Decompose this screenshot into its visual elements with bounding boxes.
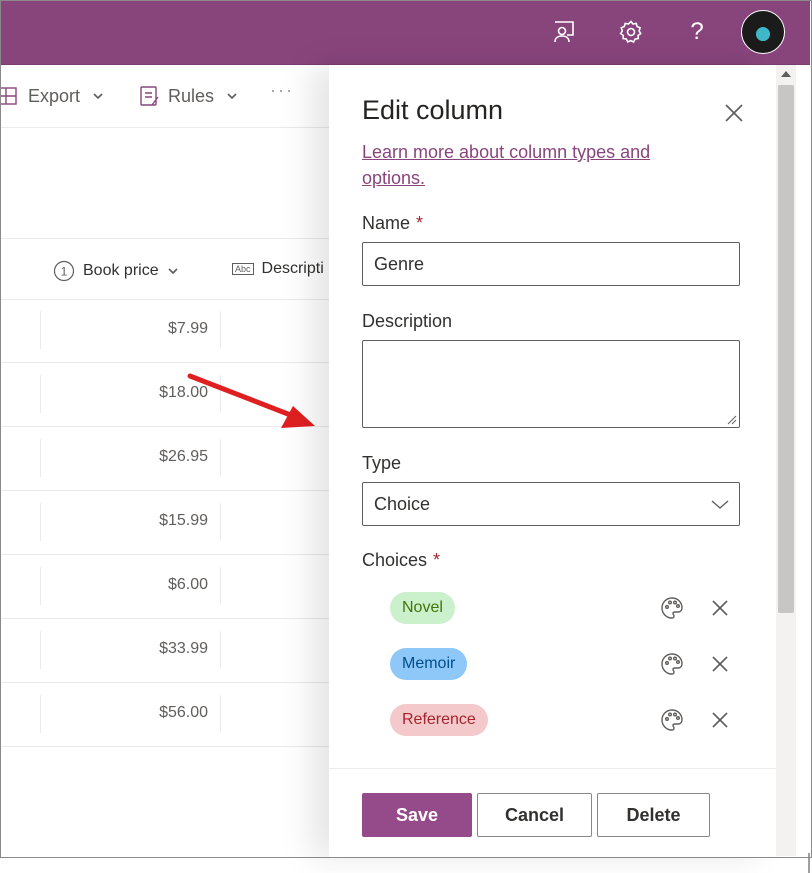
remove-choice-icon[interactable]	[708, 708, 732, 732]
help-glyph: ?	[690, 18, 704, 45]
price-cell: $7.99	[167, 320, 208, 337]
resize-handle-icon[interactable]	[727, 415, 737, 425]
table-row[interactable]: $33.99	[0, 619, 330, 683]
panel-scrollbar-thumb[interactable]	[778, 85, 794, 613]
export-label: Export	[28, 85, 81, 106]
close-button[interactable]	[722, 101, 746, 125]
edit-column-panel: Edit column Learn more about column type…	[329, 65, 776, 857]
settings-icon[interactable]	[615, 16, 647, 48]
choice-tools	[660, 708, 732, 732]
panel-title: Edit column	[362, 95, 504, 125]
learn-more-link[interactable]: Learn more about column types and option…	[362, 139, 692, 191]
choice-tools	[660, 596, 732, 620]
table-row[interactable]: $56.00	[0, 683, 330, 747]
annotation-arrow-icon	[187, 373, 315, 428]
avatar[interactable]	[741, 10, 785, 54]
description-label: Description	[362, 311, 453, 331]
chevron-down-icon	[227, 93, 237, 100]
suite-header: ?	[0, 0, 810, 65]
choice-pill-memoir[interactable]: Memoir	[390, 648, 468, 680]
chevron-down-icon	[168, 268, 178, 275]
remove-choice-icon[interactable]	[708, 652, 732, 676]
price-cell: $15.99	[159, 512, 208, 529]
palette-icon[interactable]	[660, 708, 684, 732]
list-header: 1 Book price Abc Descripti	[0, 238, 330, 300]
page-scrollbar[interactable]	[796, 65, 810, 873]
palette-icon[interactable]	[660, 596, 684, 620]
delete-button[interactable]: Delete	[597, 793, 710, 837]
choices-label: Choices *	[362, 550, 441, 570]
panel-footer: Save Cancel Delete	[329, 768, 776, 857]
name-label: Name *	[362, 213, 424, 233]
required-marker: *	[416, 213, 424, 233]
chevron-down-icon	[93, 93, 103, 100]
more-options-button[interactable]: ···	[270, 80, 294, 101]
required-marker: *	[433, 550, 441, 570]
table-row[interactable]: $6.00	[0, 555, 330, 619]
scroll-up-icon[interactable]	[779, 69, 793, 79]
chevron-down-icon	[711, 500, 729, 509]
type-value: Choice	[374, 494, 431, 514]
close-icon	[725, 104, 743, 122]
rules-icon	[140, 86, 159, 106]
price-cell: $6.00	[167, 576, 208, 593]
choice-pill-novel[interactable]: Novel	[390, 592, 455, 624]
column-header-book-price[interactable]: 1 Book price	[53, 260, 179, 282]
palette-icon[interactable]	[660, 652, 684, 676]
column-label: Descripti	[261, 260, 324, 277]
table-row[interactable]: $15.99	[0, 491, 330, 555]
price-cell: $26.95	[159, 448, 208, 465]
table-row[interactable]: $7.99	[0, 299, 330, 363]
name-input[interactable]: Genre	[362, 242, 740, 286]
help-icon[interactable]: ?	[681, 16, 713, 48]
svg-text:1: 1	[61, 265, 68, 279]
feedback-icon[interactable]	[548, 16, 580, 48]
text-type-icon: Abc	[232, 263, 254, 275]
list-rows: $7.99 $18.00 $26.95 $15.99 $6.00 $33.99 …	[0, 299, 330, 747]
choice-pill-reference[interactable]: Reference	[390, 704, 488, 736]
column-label: Book price	[83, 262, 159, 279]
remove-choice-icon[interactable]	[708, 596, 732, 620]
rules-label: Rules	[168, 85, 215, 106]
price-cell: $56.00	[159, 704, 208, 721]
number-type-icon: 1	[53, 260, 75, 282]
column-header-description[interactable]: Abc Descripti	[232, 260, 324, 278]
cancel-button[interactable]: Cancel	[477, 793, 592, 837]
export-button[interactable]: Export	[0, 85, 104, 107]
type-dropdown[interactable]: Choice	[362, 482, 740, 526]
price-cell: $33.99	[159, 640, 208, 657]
description-input[interactable]	[362, 340, 740, 428]
type-label: Type	[362, 453, 402, 473]
save-button[interactable]: Save	[362, 793, 472, 837]
choice-tools	[660, 652, 732, 676]
excel-icon	[0, 87, 17, 105]
rules-button[interactable]: Rules	[140, 85, 238, 107]
